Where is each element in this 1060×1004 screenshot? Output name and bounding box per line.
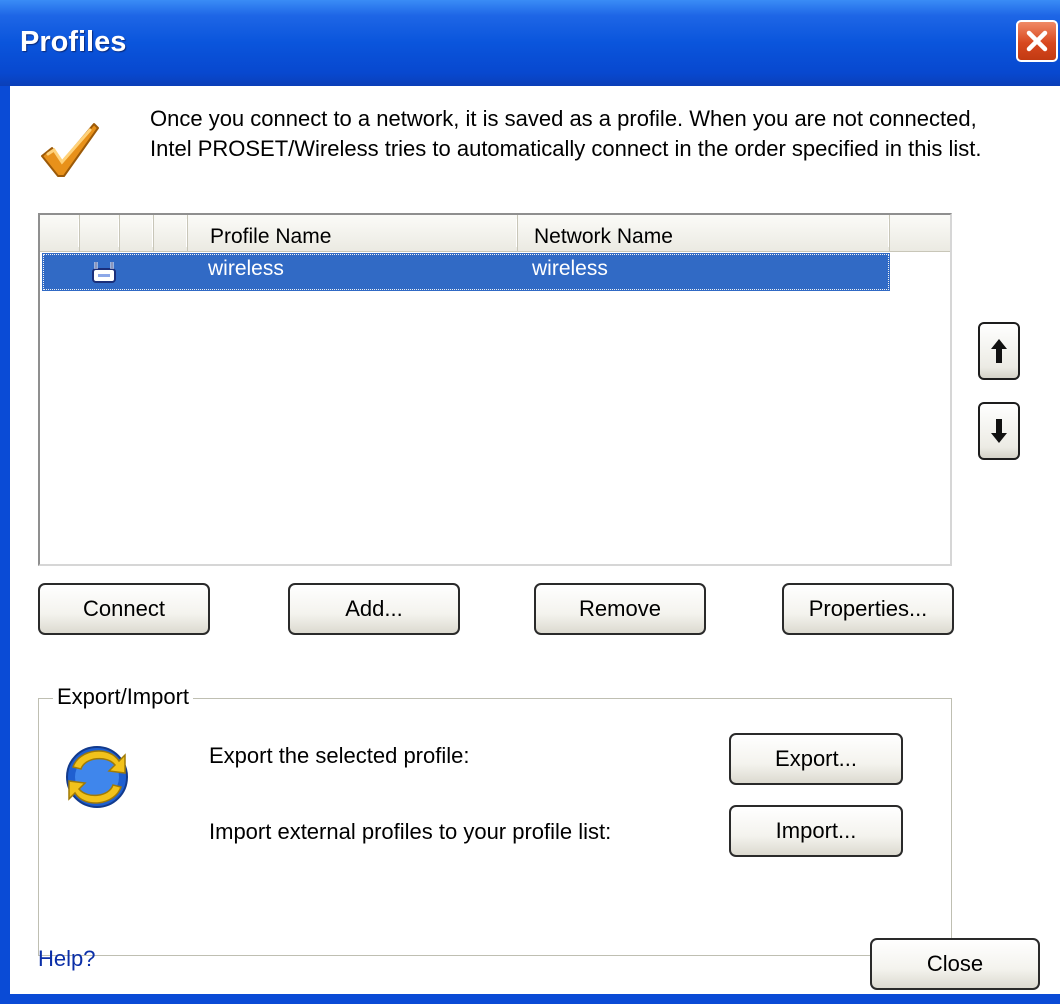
group-label: Export/Import bbox=[53, 684, 194, 710]
export-import-group: Export/Import Export the selected profil… bbox=[38, 684, 952, 956]
profile-list[interactable]: Profile Name Network Name wireless wirel… bbox=[38, 213, 952, 566]
wireless-profile-icon bbox=[90, 259, 118, 285]
window-title: Profiles bbox=[20, 26, 127, 58]
export-button[interactable]: Export... bbox=[729, 733, 903, 785]
column-header-blank[interactable] bbox=[120, 215, 154, 251]
connect-button[interactable]: Connect bbox=[38, 583, 210, 635]
profiles-window: Profiles Once you connect to a network, … bbox=[0, 0, 1060, 1004]
import-button[interactable]: Import... bbox=[729, 805, 903, 857]
import-description: Import external profiles to your profile… bbox=[209, 819, 612, 844]
network-name-cell: wireless bbox=[532, 257, 608, 280]
help-link[interactable]: Help? bbox=[38, 946, 95, 972]
move-down-button[interactable] bbox=[978, 402, 1020, 460]
export-import-icon bbox=[59, 737, 135, 813]
move-up-button[interactable] bbox=[978, 322, 1020, 380]
list-header: Profile Name Network Name bbox=[40, 215, 950, 252]
close-button[interactable]: Close bbox=[870, 938, 1040, 990]
column-header-icon[interactable] bbox=[80, 215, 120, 251]
column-header-network-name[interactable]: Network Name bbox=[518, 215, 890, 251]
column-header-profile-name[interactable]: Profile Name bbox=[188, 215, 518, 251]
close-icon[interactable] bbox=[1016, 20, 1058, 62]
export-description: Export the selected profile: bbox=[209, 743, 470, 768]
arrow-up-icon bbox=[991, 339, 1007, 363]
checkmark-icon bbox=[38, 118, 102, 182]
column-header-blank[interactable] bbox=[154, 215, 188, 251]
title-bar[interactable]: Profiles bbox=[0, 0, 1060, 86]
column-header-blank[interactable] bbox=[40, 215, 80, 251]
table-row[interactable]: wireless wireless bbox=[42, 253, 890, 291]
remove-button[interactable]: Remove bbox=[534, 583, 706, 635]
profile-name-cell: wireless bbox=[208, 257, 284, 280]
intro-description: Once you connect to a network, it is sav… bbox=[150, 106, 982, 161]
dialog-body: Once you connect to a network, it is sav… bbox=[10, 86, 1060, 994]
add-button[interactable]: Add... bbox=[288, 583, 460, 635]
properties-button[interactable]: Properties... bbox=[782, 583, 954, 635]
arrow-down-icon bbox=[991, 419, 1007, 443]
